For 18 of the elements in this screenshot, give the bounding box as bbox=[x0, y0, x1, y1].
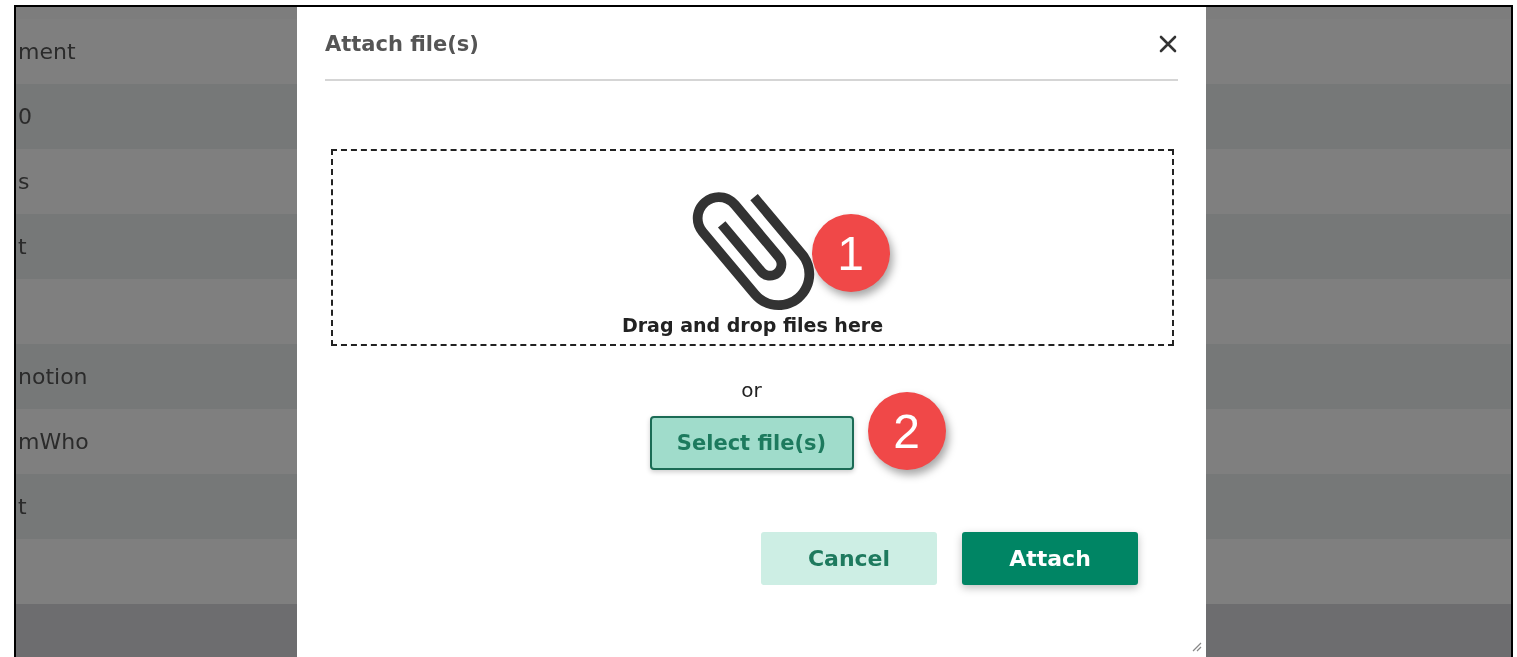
resize-grip-icon[interactable] bbox=[1190, 640, 1202, 652]
row-label: 0 bbox=[17, 104, 32, 129]
dialog-title: Attach file(s) bbox=[325, 32, 479, 56]
or-text: or bbox=[741, 378, 762, 402]
row-label: t bbox=[17, 234, 27, 259]
drop-label: Drag and drop files here bbox=[621, 314, 884, 336]
row-label: t bbox=[17, 494, 27, 519]
drop-zone[interactable]: 1 Drag and drop files here bbox=[331, 149, 1174, 346]
attach-button[interactable]: Attach bbox=[962, 532, 1138, 585]
row-label: mWho bbox=[17, 429, 89, 454]
callout-badge: 1 bbox=[811, 214, 890, 292]
cancel-button[interactable]: Cancel bbox=[761, 532, 937, 585]
row-label: s bbox=[17, 169, 30, 194]
close-icon[interactable] bbox=[1158, 34, 1178, 54]
callout-badge: 2 bbox=[867, 392, 946, 470]
select-files-button[interactable]: Select file(s) bbox=[649, 416, 854, 470]
row-label: ment bbox=[17, 39, 76, 64]
row-label: notion bbox=[17, 364, 88, 389]
